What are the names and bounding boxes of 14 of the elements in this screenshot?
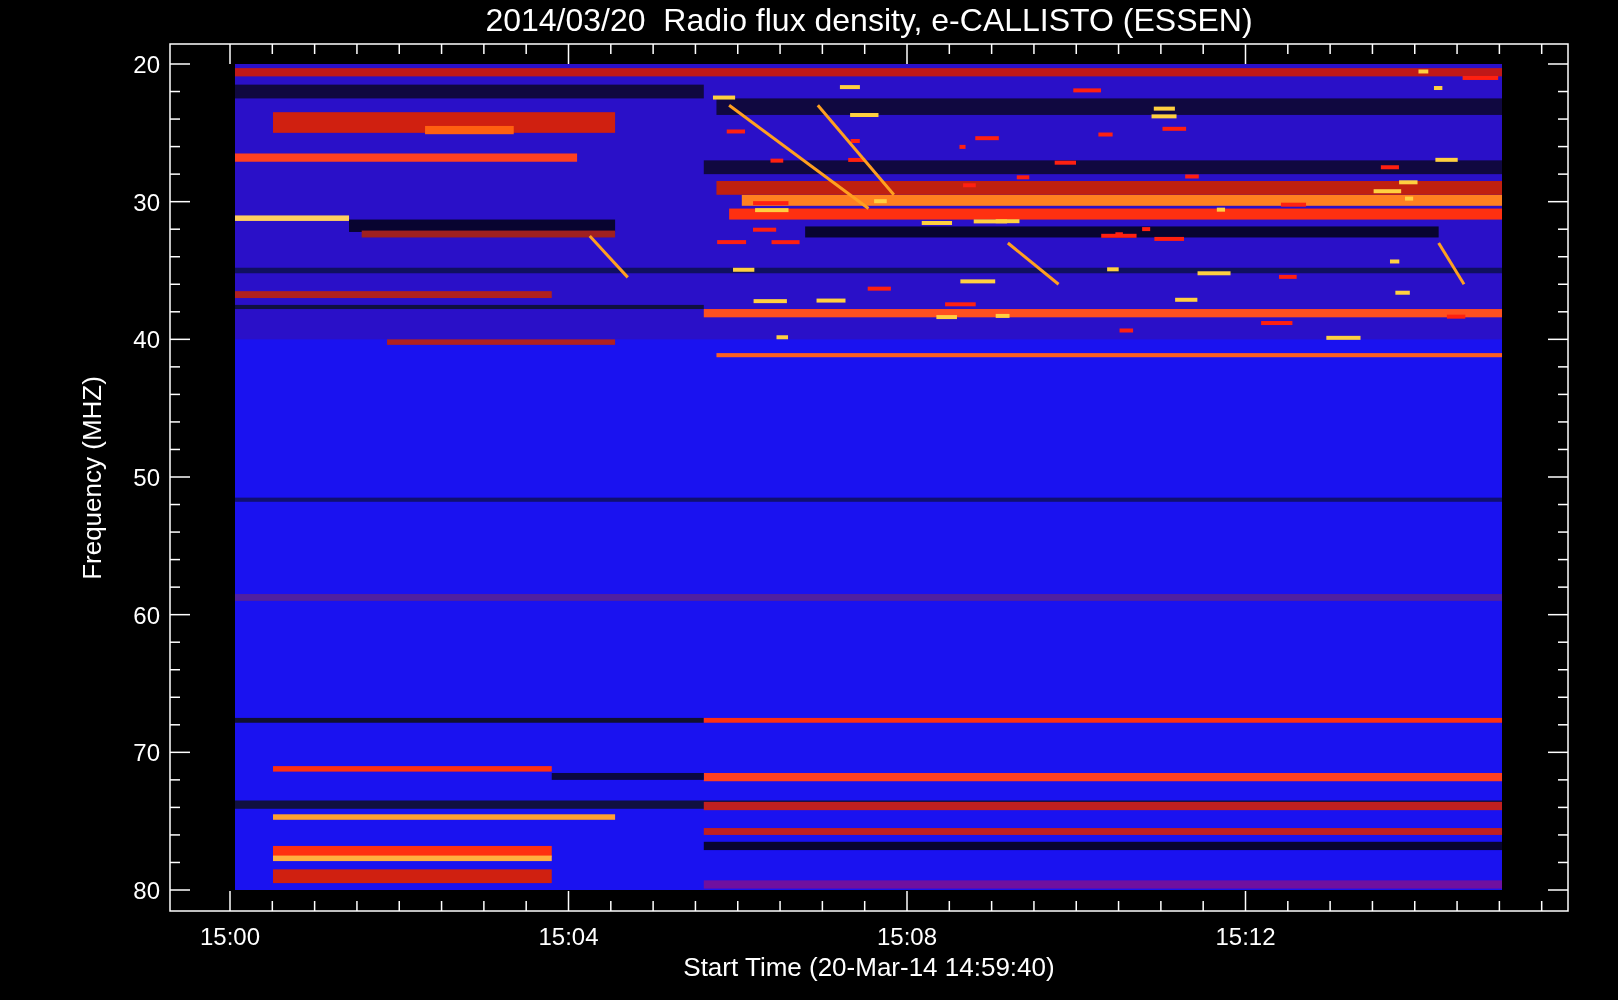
- tick-label: 30: [133, 188, 160, 216]
- tick-label: 40: [133, 326, 160, 354]
- tick-label: 15:00: [199, 923, 261, 950]
- tick-label: 80: [133, 877, 160, 904]
- tick-label: 15:12: [1215, 923, 1276, 950]
- tick-label: 15:08: [876, 923, 938, 950]
- tick-label: 50: [133, 464, 160, 491]
- tick-label: 70: [133, 739, 160, 767]
- tick-label: 60: [133, 601, 160, 629]
- tick-label: 15:04: [538, 923, 599, 950]
- axis-label: Frequency (MHZ): [77, 376, 107, 580]
- tick-label: 20: [133, 51, 160, 78]
- chart-title: 2014/03/20 Radio flux density, e-CALLISTO (ESSEN): [485, 2, 1253, 38]
- axis-label: Start Time (20-Mar-14 14:59:40): [683, 952, 1055, 982]
